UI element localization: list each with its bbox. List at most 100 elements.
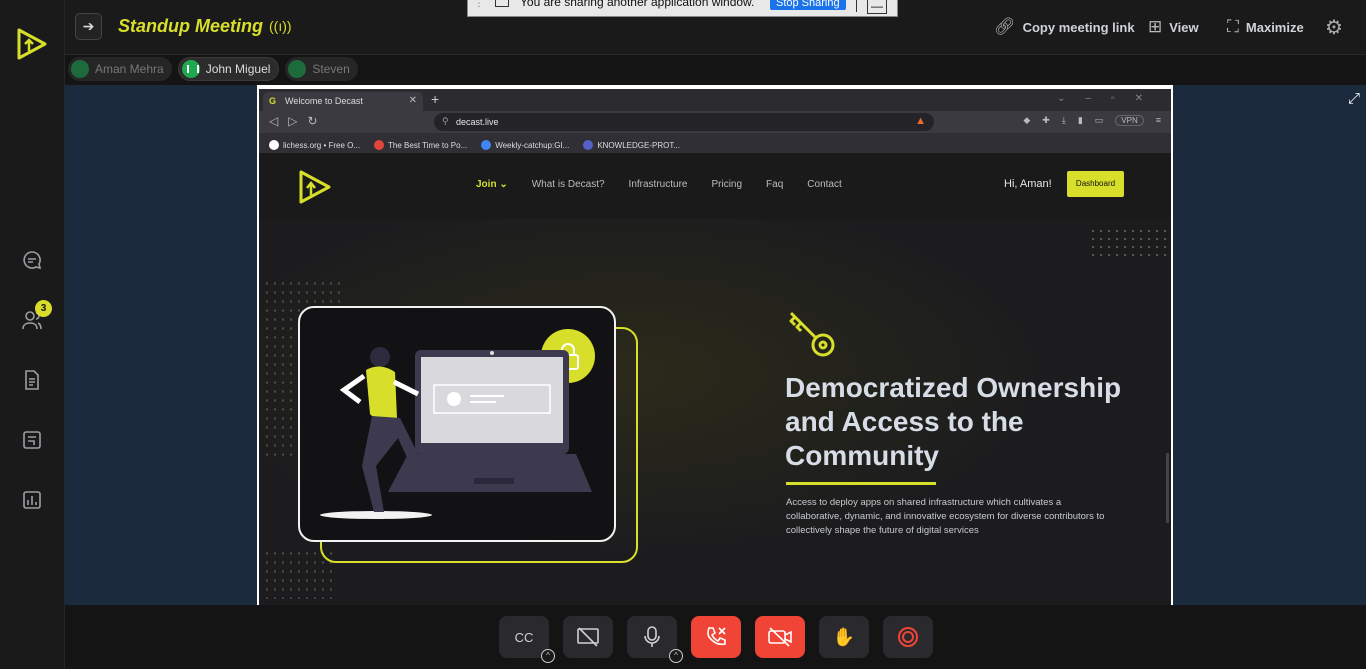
wallet-icon[interactable]: ▭: [1095, 115, 1104, 126]
download-icon[interactable]: ⤓: [1062, 115, 1066, 126]
shared-screen: G Welcome to Decast ✕ + ⌄–▫✕ ◁▷↻ ⚲ decas…: [257, 85, 1173, 605]
bookmark-label: Weekly-catchup:GI...: [495, 140, 570, 150]
participant-name: Aman Mehra: [95, 62, 164, 76]
microphone-button[interactable]: ^: [627, 616, 683, 663]
fullscreen-icon[interactable]: ⤢: [1348, 90, 1360, 107]
bookmark-item[interactable]: Weekly-catchup:GI...: [481, 137, 569, 153]
record-button[interactable]: [883, 616, 933, 658]
headline-underline: [786, 482, 936, 485]
participants-count-badge: 3: [35, 300, 52, 317]
banner-divider: [856, 0, 857, 12]
end-call-button[interactable]: [691, 616, 741, 658]
left-rail: 3: [0, 0, 65, 669]
screen-share-off-icon: [577, 627, 599, 647]
chevron-up-icon[interactable]: ^: [669, 649, 683, 663]
meeting-title: Standup Meeting: [118, 16, 263, 36]
captions-button[interactable]: CC ^: [499, 616, 555, 663]
record-icon: [898, 627, 918, 647]
site-nav-item[interactable]: Infrastructure: [629, 179, 688, 190]
vpn-button[interactable]: VPN: [1115, 115, 1144, 126]
hero-description: Access to deploy apps on shared infrastr…: [786, 497, 1105, 536]
participant-chip-speaking[interactable]: John Miguel: [177, 57, 280, 81]
tab-favicon-icon: G: [269, 96, 277, 106]
bookmark-favicon-icon: [374, 140, 385, 150]
url-text: decast.live: [456, 117, 499, 127]
site-info-icon[interactable]: ⚲: [442, 116, 449, 127]
view-label: View: [1169, 19, 1199, 35]
whiteboard-icon[interactable]: [21, 429, 43, 451]
bookmark-item[interactable]: KNOWLEDGE-PROT...: [583, 137, 680, 153]
stop-sharing-button[interactable]: Stop Sharing: [770, 0, 846, 10]
participant-name: John Miguel: [205, 62, 271, 76]
screen-share-off-button[interactable]: [563, 616, 613, 658]
puzzle-icon[interactable]: ✚: [1042, 115, 1050, 126]
settings-gear-icon[interactable]: ⚙: [1325, 15, 1343, 40]
participant-chip[interactable]: Steven: [285, 57, 358, 81]
bookmark-favicon-icon: [583, 140, 594, 150]
address-bar[interactable]: ⚲ decast.live ▲: [434, 113, 934, 131]
live-audio-icon: ((ı)): [269, 18, 292, 34]
participant-name: Steven: [312, 62, 350, 76]
chat-icon[interactable]: [21, 249, 43, 271]
scrollbar[interactable]: [1166, 453, 1169, 523]
screen-share-banner: ⋮ You are sharing another application wi…: [467, 0, 898, 17]
site-header: Join ⌄ What is Decast? Infrastructure Pr…: [259, 153, 1171, 219]
bookmarks-bar: lichess.org • Free O... The Best Time to…: [259, 133, 1171, 153]
hero-illustration: [298, 306, 616, 542]
sidebar-icon[interactable]: ▮: [1078, 115, 1083, 126]
view-button[interactable]: ⊞ View: [1148, 17, 1199, 37]
link-icon: 🔗︎: [994, 17, 1016, 36]
new-tab-icon[interactable]: +: [431, 91, 439, 107]
browser-nav-buttons[interactable]: ◁▷↻: [269, 114, 328, 128]
site-nav-item[interactable]: Contact: [807, 179, 841, 190]
document-icon[interactable]: [21, 369, 43, 391]
raise-hand-icon: ✋: [832, 626, 856, 647]
camera-off-icon: [768, 627, 792, 647]
decast-logo-icon[interactable]: [15, 27, 49, 61]
chevron-up-icon[interactable]: ^: [541, 649, 555, 663]
analytics-icon[interactable]: [21, 489, 43, 511]
site-nav-item[interactable]: What is Decast?: [532, 179, 605, 190]
top-bar: ➔ Standup Meeting ((ı)) ⋮ You are sharin…: [65, 0, 1366, 55]
bookmark-label: lichess.org • Free O...: [283, 140, 361, 150]
menu-icon[interactable]: ≡: [1156, 115, 1161, 126]
browser-nav-bar: ◁▷↻ ⚲ decast.live ▲ ◆ ✚ ⤓ ▮ ▭ VPN ≡: [259, 111, 1171, 133]
bookmark-item[interactable]: lichess.org • Free O...: [269, 137, 360, 153]
close-tab-icon[interactable]: ✕: [409, 95, 417, 106]
camera-off-button[interactable]: [755, 616, 805, 658]
participant-chip[interactable]: Aman Mehra: [68, 57, 172, 81]
site-logo-icon[interactable]: [297, 169, 333, 205]
expand-sidebar-button[interactable]: ➔: [75, 13, 102, 40]
window-controls[interactable]: ⌄–▫✕: [1057, 93, 1163, 104]
maximize-icon: ⛶: [1227, 17, 1239, 36]
meeting-app: 3 ➔ Standup Meeting ((ı)) ⋮ You are shar…: [0, 0, 1366, 669]
extension-icon[interactable]: ◆: [1023, 115, 1030, 126]
user-greeting: Hi, Aman!: [1004, 178, 1052, 190]
drag-handle-icon[interactable]: ⋮: [474, 0, 484, 9]
screen-share-stage: ⤢ G Welcome to Decast ✕ + ⌄–▫✕ ◁▷↻ ⚲ dec…: [65, 85, 1366, 605]
end-call-icon: [707, 627, 726, 646]
browser-tab[interactable]: G Welcome to Decast ✕: [263, 92, 423, 111]
dashboard-button[interactable]: Dashboard: [1067, 171, 1124, 197]
share-banner-message: You are sharing another application wind…: [520, 0, 755, 9]
minimize-banner-button[interactable]: —: [867, 0, 887, 14]
maximize-button[interactable]: ⛶ Maximize: [1227, 17, 1304, 37]
hero-section: Democratized Ownership and Access to the…: [259, 219, 1171, 605]
copy-meeting-link-button[interactable]: 🔗︎ Copy meeting link: [994, 17, 1135, 37]
call-controls-bar: CC ^ ^ ✋: [65, 605, 1366, 669]
browser-extensions: ◆ ✚ ⤓ ▮ ▭ VPN ≡: [1023, 115, 1161, 126]
microphone-icon: [644, 626, 660, 647]
speaking-indicator-icon: [181, 60, 200, 78]
raise-hand-button[interactable]: ✋: [819, 616, 869, 658]
site-nav-item[interactable]: Pricing: [711, 179, 742, 190]
bookmark-item[interactable]: The Best Time to Po...: [374, 137, 467, 153]
dot-pattern: [1089, 227, 1169, 257]
participant-avatar: [71, 60, 89, 78]
site-nav-item[interactable]: Faq: [766, 179, 783, 190]
maximize-label: Maximize: [1245, 19, 1304, 35]
hero-headline: Democratized Ownership and Access to the…: [785, 372, 1122, 471]
bookmark-label: The Best Time to Po...: [388, 140, 468, 150]
brave-shield-icon[interactable]: ▲: [915, 115, 926, 127]
site-nav-join[interactable]: Join ⌄: [476, 179, 508, 190]
share-window-icon: [495, 0, 509, 7]
